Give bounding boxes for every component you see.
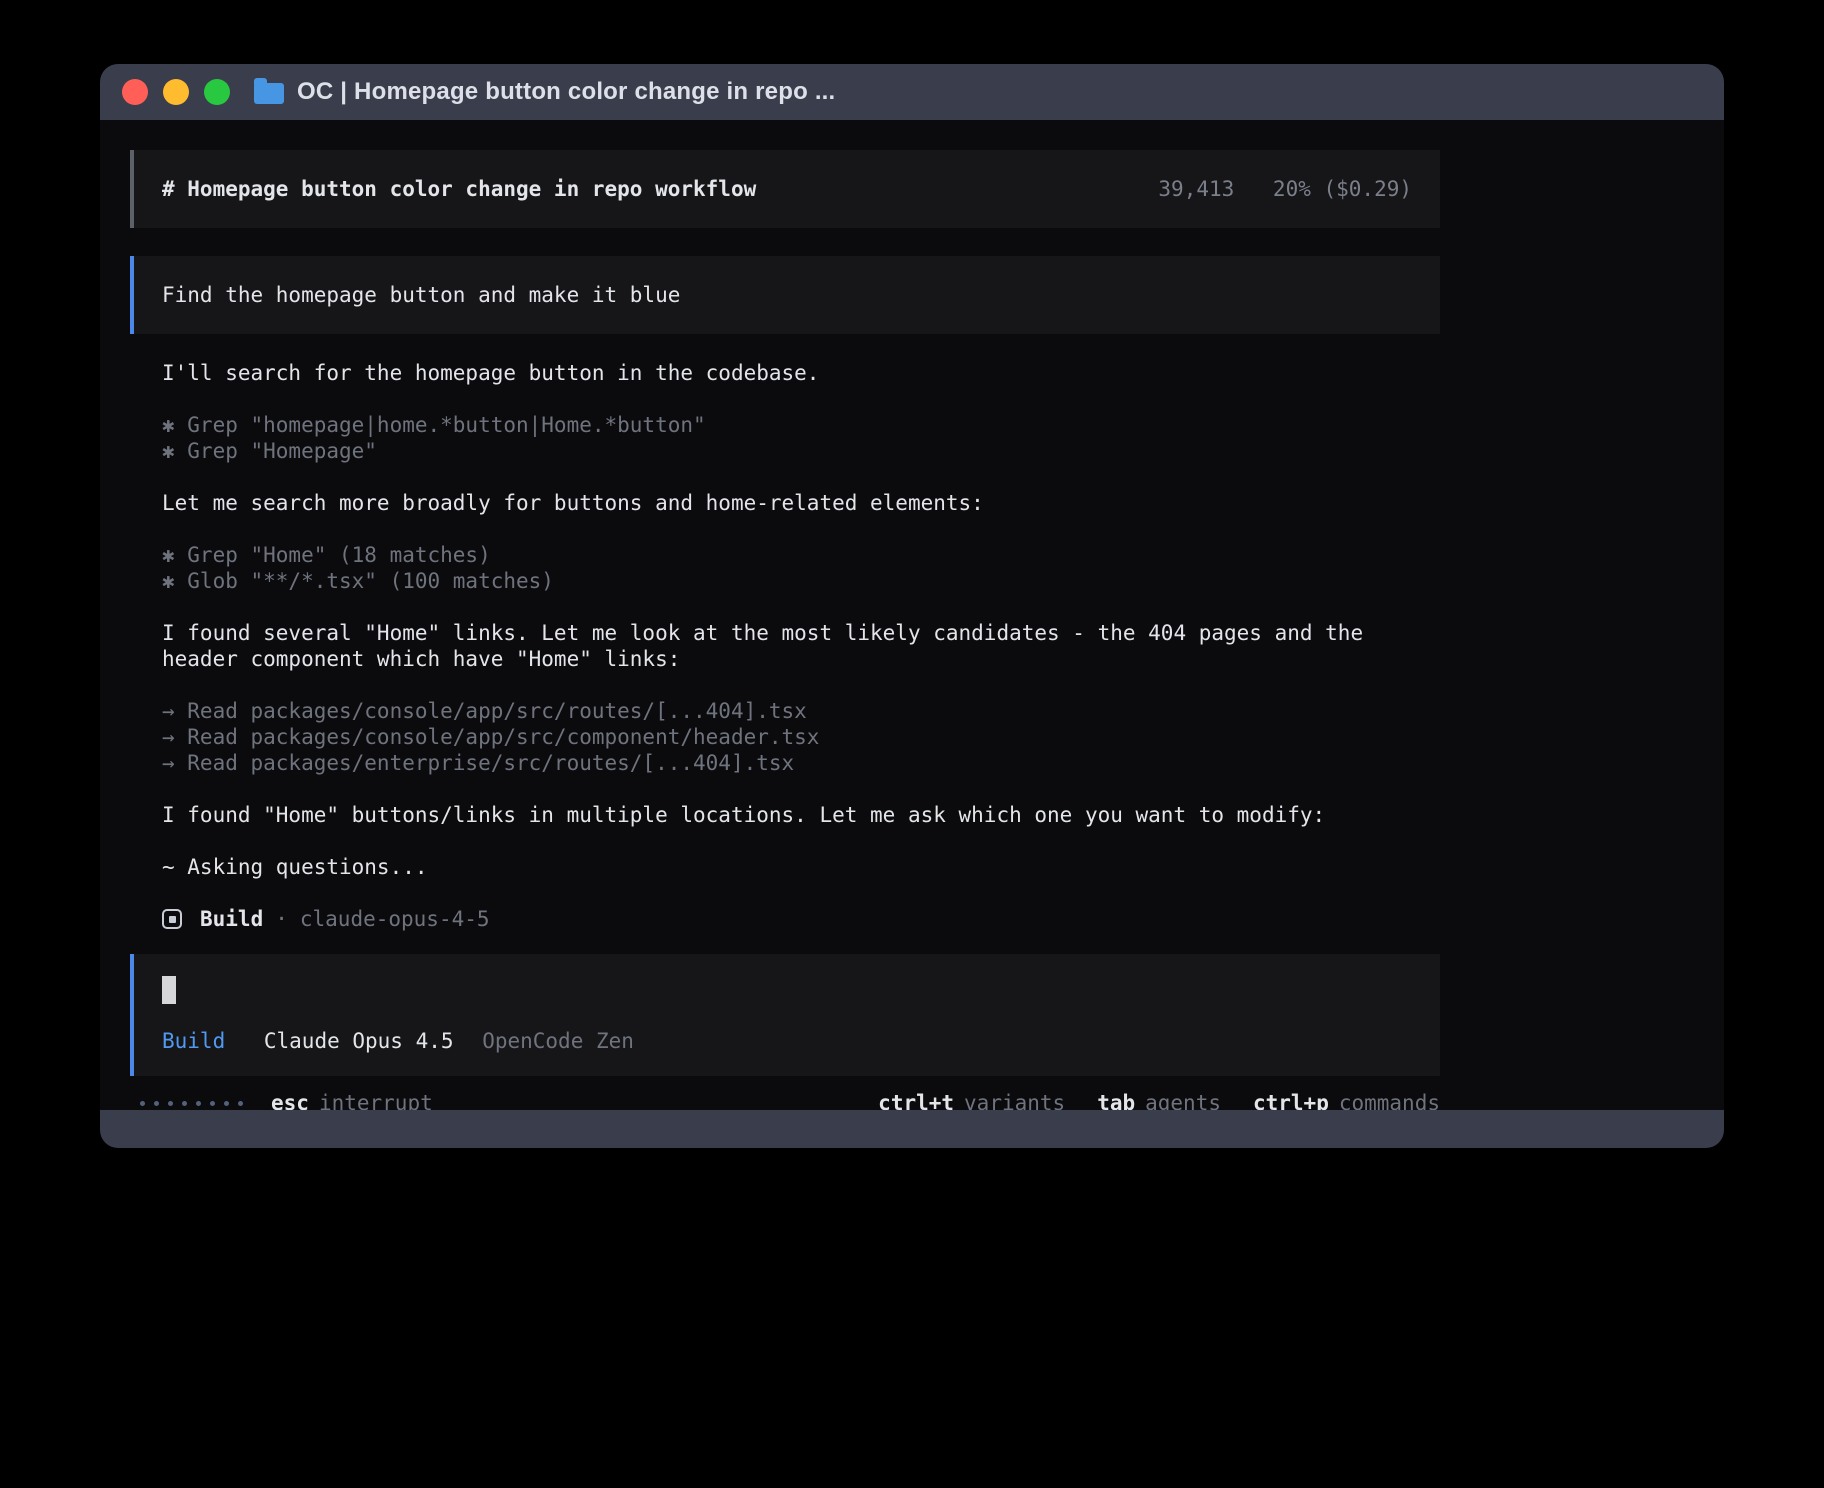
progress-spinner [140,1101,243,1106]
status-line: ~ Asking questions... [162,854,1440,880]
tool-call-line: ✱ Grep "homepage|home.*button|Home.*butt… [162,412,1440,438]
provider-label: OpenCode Zen [482,1029,634,1053]
user-message: Find the homepage button and make it blu… [130,256,1440,334]
status-block: ~ Asking questions... [162,854,1440,880]
terminal-window: OC | Homepage button color change in rep… [100,64,1724,1148]
agent-status-row: Build · claude-opus-4-5 [162,906,1440,932]
session-stats: 39,413 20% ($0.29) [1158,176,1412,202]
variants-hint: ctrl+t variants [878,1090,1065,1110]
ctrl+p-key: ctrl+p [1253,1091,1329,1110]
window-controls [122,79,230,105]
window-title: OC | Homepage button color change in rep… [297,78,835,106]
assistant-text-block: Let me search more broadly for buttons a… [162,490,1440,516]
prompt-input[interactable]: Build Claude Opus 4.5 OpenCode Zen [130,954,1440,1076]
session-title: # Homepage button color change in repo w… [162,176,756,202]
prompt-input-line[interactable] [162,976,1412,1004]
folder-icon [254,83,284,104]
spinner-dot [210,1101,215,1106]
zoom-window-button[interactable] [204,79,230,105]
assistant-text-line: Let me search more broadly for buttons a… [162,490,1440,516]
close-window-button[interactable] [122,79,148,105]
interrupt-label: interrupt [319,1091,433,1110]
tool-call-line: → Read packages/enterprise/src/routes/[.… [162,750,1440,776]
assistant-text-line: I'll search for the homepage button in t… [162,360,1440,386]
spinner-dot [238,1101,243,1106]
tool-call-block: ✱ Grep "homepage|home.*button|Home.*butt… [162,412,1440,464]
assistant-text-block: I'll search for the homepage button in t… [162,360,1440,386]
tool-call-line: → Read packages/console/app/src/routes/[… [162,698,1440,724]
status-bar: escinterrupt ctrl+tvariantstabagentsctrl… [130,1090,1440,1110]
assistant-text-line: I found several "Home" links. Let me loo… [162,620,1440,672]
tool-call-block: → Read packages/console/app/src/routes/[… [162,698,1440,776]
prompt-meta: Build Claude Opus 4.5 OpenCode Zen [162,1028,1412,1054]
session-header: # Homepage button color change in repo w… [130,150,1440,228]
variants-label: variants [964,1091,1065,1110]
user-message-text: Find the homepage button and make it blu… [162,283,680,307]
assistant-text-block: I found "Home" buttons/links in multiple… [162,802,1440,828]
assistant-text-block: I found several "Home" links. Let me loo… [162,620,1440,672]
spinner-dot [196,1101,201,1106]
agent-icon-dot [169,916,176,923]
text-cursor [162,976,176,1004]
agent-model: claude-opus-4-5 [300,906,490,932]
minimize-window-button[interactable] [163,79,189,105]
spinner-dot [224,1101,229,1106]
tool-call-block: ✱ Grep "Home" (18 matches)✱ Glob "**/*.t… [162,542,1440,594]
tool-call-line: → Read packages/console/app/src/componen… [162,724,1440,750]
model-label[interactable]: Claude Opus 4.5 [264,1029,454,1053]
build-agent-icon [162,909,182,929]
window-bottom-edge [100,1110,1724,1148]
commands-hint: ctrl+p commands [1253,1090,1440,1110]
token-count: 39,413 [1158,177,1234,201]
window-titlebar[interactable]: OC | Homepage button color change in rep… [100,64,1724,120]
session-content: # Homepage button color change in repo w… [130,150,1440,1110]
spinner-dot [168,1101,173,1106]
assistant-text-line: I found "Home" buttons/links in multiple… [162,802,1440,828]
tool-call-line: ✱ Glob "**/*.tsx" (100 matches) [162,568,1440,594]
agents-hint: tab agents [1097,1090,1221,1110]
context-cost: 20% ($0.29) [1273,177,1412,201]
agent-separator: · [275,906,288,932]
spinner-dot [154,1101,159,1106]
ctrl+t-key: ctrl+t [878,1091,954,1110]
spinner-dot [182,1101,187,1106]
tab-key: tab [1097,1091,1135,1110]
agent-name: Build [200,906,263,932]
terminal-body: # Homepage button color change in repo w… [100,120,1724,1110]
esc-key: esc [271,1091,309,1110]
agents-label: agents [1145,1091,1221,1110]
tool-call-line: ✱ Grep "Homepage" [162,438,1440,464]
spinner-dot [140,1101,145,1106]
tool-call-line: ✱ Grep "Home" (18 matches) [162,542,1440,568]
status-bar-left: esc interrupt [130,1090,433,1110]
commands-label: commands [1339,1091,1440,1110]
conversation: I'll search for the homepage button in t… [162,360,1440,880]
interrupt-hint: esc interrupt [271,1090,433,1110]
keybind-hints: ctrl+t variants tab agents ctrl+p commands [878,1090,1440,1110]
agent-mode-label[interactable]: Build [162,1029,225,1053]
